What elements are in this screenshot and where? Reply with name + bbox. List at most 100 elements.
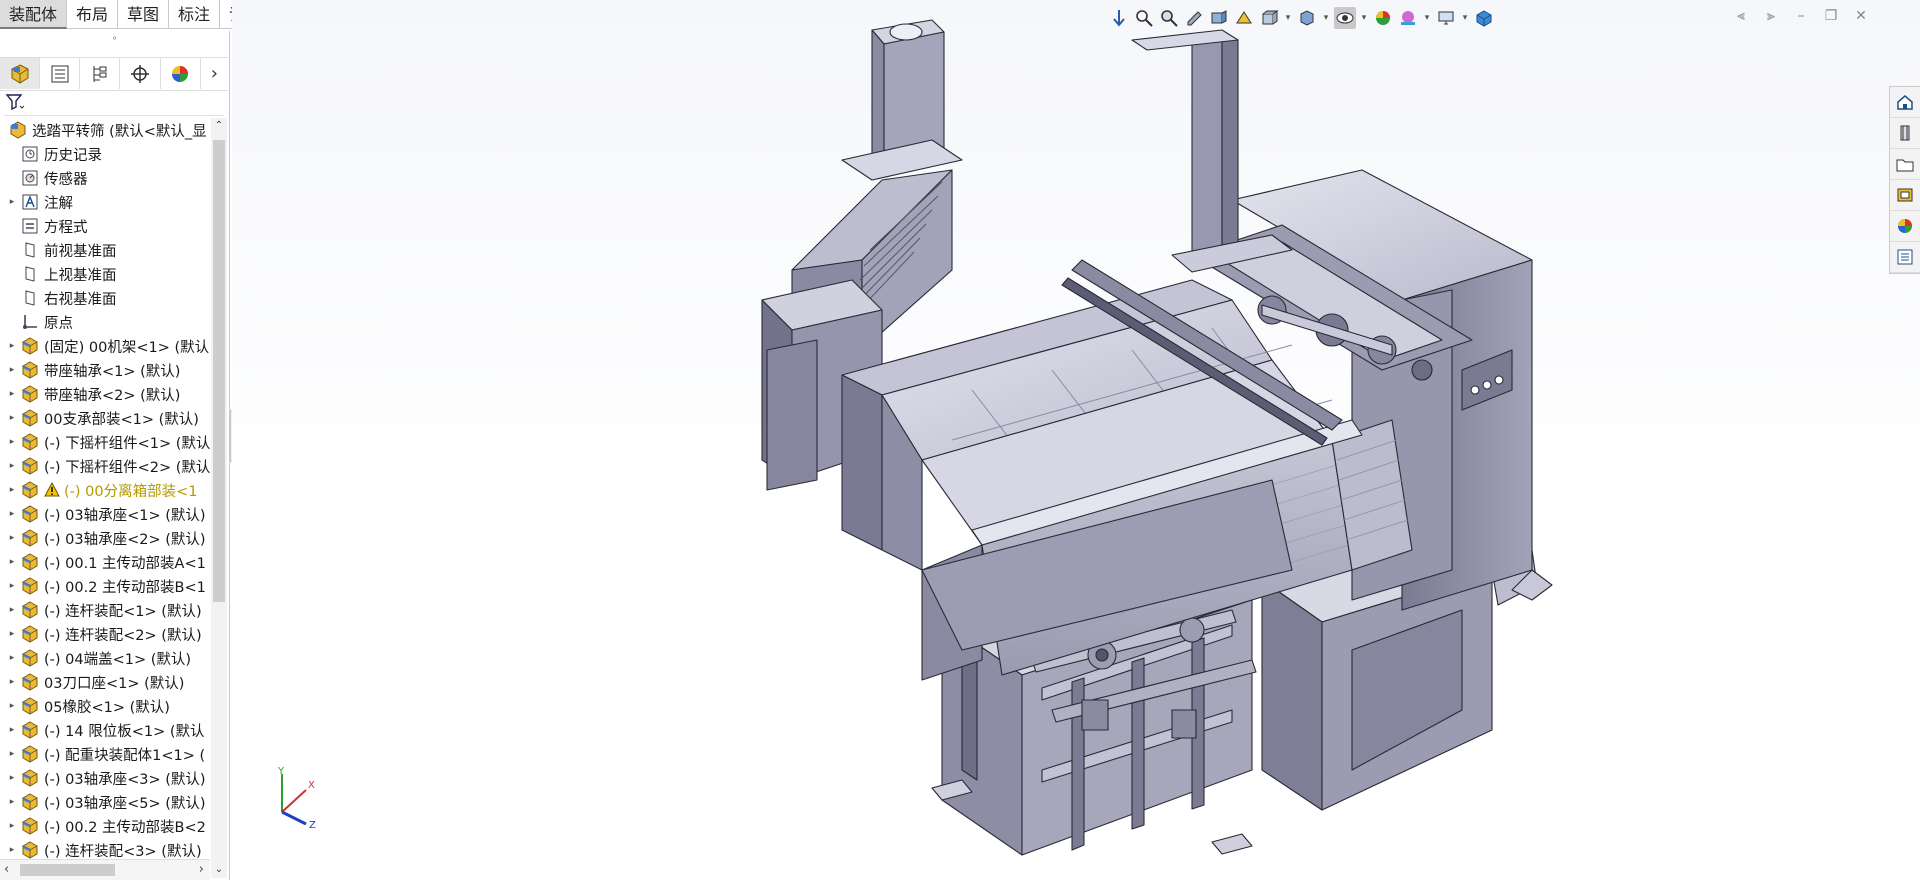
tree-item[interactable]: ▸ (-) 下摇杆组件<1> (默认 <box>0 430 210 454</box>
tree-item[interactable]: ▸ (-) 00分离箱部装<1 <box>0 478 210 502</box>
expand-arrow-icon[interactable]: ▸ <box>6 581 18 591</box>
restore-pane-button[interactable]: ⫷ <box>1732 8 1750 24</box>
scroll-right-button[interactable]: › <box>199 860 204 880</box>
tile-button[interactable]: ⫸ <box>1762 8 1780 24</box>
tree-vertical-scrollbar[interactable]: ⌃ ⌄ <box>211 118 227 878</box>
solidworks-resources-tab[interactable] <box>1890 87 1920 118</box>
scroll-left-button[interactable]: ‹ <box>4 860 9 880</box>
close-button[interactable]: ✕ <box>1852 8 1870 24</box>
expand-arrow-icon[interactable]: ▸ <box>6 677 18 687</box>
restore-button[interactable]: ❐ <box>1822 8 1840 24</box>
tree-item[interactable]: 方程式 <box>0 214 210 238</box>
tree-item-label: (-) 03轴承座<3> (默认) <box>44 771 206 788</box>
tree-item[interactable]: ▸ 带座轴承<1> (默认) <box>0 358 210 382</box>
tree-item[interactable]: ▸ (-) 03轴承座<5> (默认) <box>0 790 210 814</box>
tree-item[interactable]: ▸ (-) 连杆装配<2> (默认) <box>0 622 210 646</box>
tree-item[interactable]: ▸ (-) 下摇杆组件<2> (默认 <box>0 454 210 478</box>
propertymanager-icon <box>51 65 69 82</box>
command-tab[interactable]: 装配体 <box>0 0 68 29</box>
scroll-up-button[interactable]: ⌃ <box>211 118 227 134</box>
view-palette-tab[interactable] <box>1890 180 1920 211</box>
expand-arrow-icon[interactable]: ▸ <box>6 701 18 711</box>
propertymanager-tab[interactable] <box>40 58 81 89</box>
tree-item[interactable]: 前视基准面 <box>0 238 210 262</box>
tree-item[interactable]: 上视基准面 <box>0 262 210 286</box>
tree-filter[interactable] <box>4 91 224 116</box>
expand-arrow-icon[interactable]: ▸ <box>6 389 18 399</box>
display-manager-tab[interactable] <box>161 58 201 89</box>
expand-arrow-icon[interactable]: ▸ <box>6 437 18 447</box>
tree-horizontal-scrollbar[interactable]: ‹ › <box>0 859 210 880</box>
expand-arrow-icon[interactable]: ▸ <box>6 797 18 807</box>
tree-item[interactable]: ▸ 05橡胶<1> (默认) <box>0 694 210 718</box>
assembly-icon <box>22 673 38 691</box>
hscroll-thumb[interactable] <box>20 864 115 876</box>
tree-root[interactable]: 选踏平转筛 (默认<默认_显 <box>0 118 210 142</box>
more-tabs-button[interactable]: › <box>201 58 228 89</box>
tree-item[interactable]: 历史记录 <box>0 142 210 166</box>
tree-item[interactable]: ▸ (-) 03轴承座<3> (默认) <box>0 766 210 790</box>
tree-item-label: (-) 00.2 主传动部装B<1 <box>44 579 206 596</box>
expand-arrow-icon[interactable]: ▸ <box>6 557 18 567</box>
tree-item[interactable]: ▸ (-) 03轴承座<1> (默认) <box>0 502 210 526</box>
featuremanager-icon <box>11 63 29 84</box>
expand-arrow-icon[interactable]: ▸ <box>6 485 18 495</box>
assembly-icon <box>22 529 38 547</box>
configurationmanager-tab[interactable] <box>80 58 121 89</box>
featuremanager-tab[interactable] <box>0 58 41 89</box>
command-tab[interactable]: 布局 <box>67 0 119 29</box>
custom-properties-tab[interactable] <box>1890 242 1920 273</box>
tree-item[interactable]: ▸ (固定) 00机架<1> (默认 <box>0 334 210 358</box>
scroll-down-button[interactable]: ⌄ <box>211 862 227 878</box>
assembly-icon <box>22 649 38 667</box>
sensor-icon <box>22 170 38 186</box>
dimxpert-tab[interactable] <box>120 58 161 89</box>
assembly-model[interactable] <box>632 10 1572 880</box>
tree-item[interactable]: ▸ (-) 00.2 主传动部装B<1 <box>0 574 210 598</box>
expand-arrow-icon[interactable]: ▸ <box>6 605 18 615</box>
assembly-icon <box>22 553 38 571</box>
tree-item[interactable]: ▸ (-) 配重块装配体1<1> ( <box>0 742 210 766</box>
expand-arrow-icon[interactable]: ▸ <box>6 725 18 735</box>
command-tab[interactable]: 草图 <box>118 0 170 29</box>
tree-item[interactable]: ▸ 注解 <box>0 190 210 214</box>
expand-arrow-icon[interactable]: ▸ <box>6 509 18 519</box>
expand-arrow-icon[interactable]: ▸ <box>6 629 18 639</box>
expand-arrow-icon[interactable]: ▸ <box>6 653 18 663</box>
tree-item[interactable]: 右视基准面 <box>0 286 210 310</box>
assembly-icon <box>22 625 38 643</box>
tree-root-label: 选踏平转筛 (默认<默认_显 <box>32 123 207 140</box>
command-tab[interactable]: 标注 <box>169 0 221 29</box>
tree-item[interactable]: ▸ (-) 00.2 主传动部装B<2 <box>0 814 210 838</box>
pane-grip[interactable]: ° <box>0 31 229 53</box>
tree-item[interactable]: ▸ 00支承部装<1> (默认) <box>0 406 210 430</box>
expand-arrow-icon[interactable]: ▸ <box>6 197 18 207</box>
graphics-area[interactable]: ▾ ▾ ▾ ▾ ▾ ⫷ ⫸ – ❐ ✕ Y X Z <box>232 0 1920 880</box>
expand-arrow-icon[interactable]: ▸ <box>6 461 18 471</box>
expand-arrow-icon[interactable]: ▸ <box>6 773 18 783</box>
expand-arrow-icon[interactable]: ▸ <box>6 533 18 543</box>
design-library-tab[interactable] <box>1890 118 1920 149</box>
appearances-tab[interactable] <box>1890 211 1920 242</box>
expand-arrow-icon[interactable]: ▸ <box>6 845 18 855</box>
appearances-icon <box>1898 219 1912 233</box>
expand-arrow-icon[interactable]: ▸ <box>6 413 18 423</box>
tree-item[interactable]: 传感器 <box>0 166 210 190</box>
tree-item[interactable]: ▸ (-) 00.1 主传动部装A<1 <box>0 550 210 574</box>
scroll-thumb[interactable] <box>213 140 225 602</box>
expand-arrow-icon[interactable]: ▸ <box>6 365 18 375</box>
expand-arrow-icon[interactable]: ▸ <box>6 749 18 759</box>
tree-item[interactable]: ▸ (-) 04端盖<1> (默认) <box>0 646 210 670</box>
tree-item[interactable]: ▸ (-) 03轴承座<2> (默认) <box>0 526 210 550</box>
tree-item[interactable]: ▸ 带座轴承<2> (默认) <box>0 382 210 406</box>
expand-arrow-icon[interactable]: ▸ <box>6 821 18 831</box>
file-explorer-tab[interactable] <box>1890 149 1920 180</box>
minimize-button[interactable]: – <box>1792 8 1810 24</box>
expand-arrow-icon[interactable]: ▸ <box>6 341 18 351</box>
tree-item[interactable]: ▸ (-) 连杆装配<1> (默认) <box>0 598 210 622</box>
assembly-icon <box>22 841 38 859</box>
tree-item[interactable]: ▸ 03刀口座<1> (默认) <box>0 670 210 694</box>
tree-item[interactable]: 原点 <box>0 310 210 334</box>
tree-item[interactable]: ▸ (-) 14 限位板<1> (默认 <box>0 718 210 742</box>
tree-item-label: (-) 连杆装配<1> (默认) <box>44 603 202 620</box>
